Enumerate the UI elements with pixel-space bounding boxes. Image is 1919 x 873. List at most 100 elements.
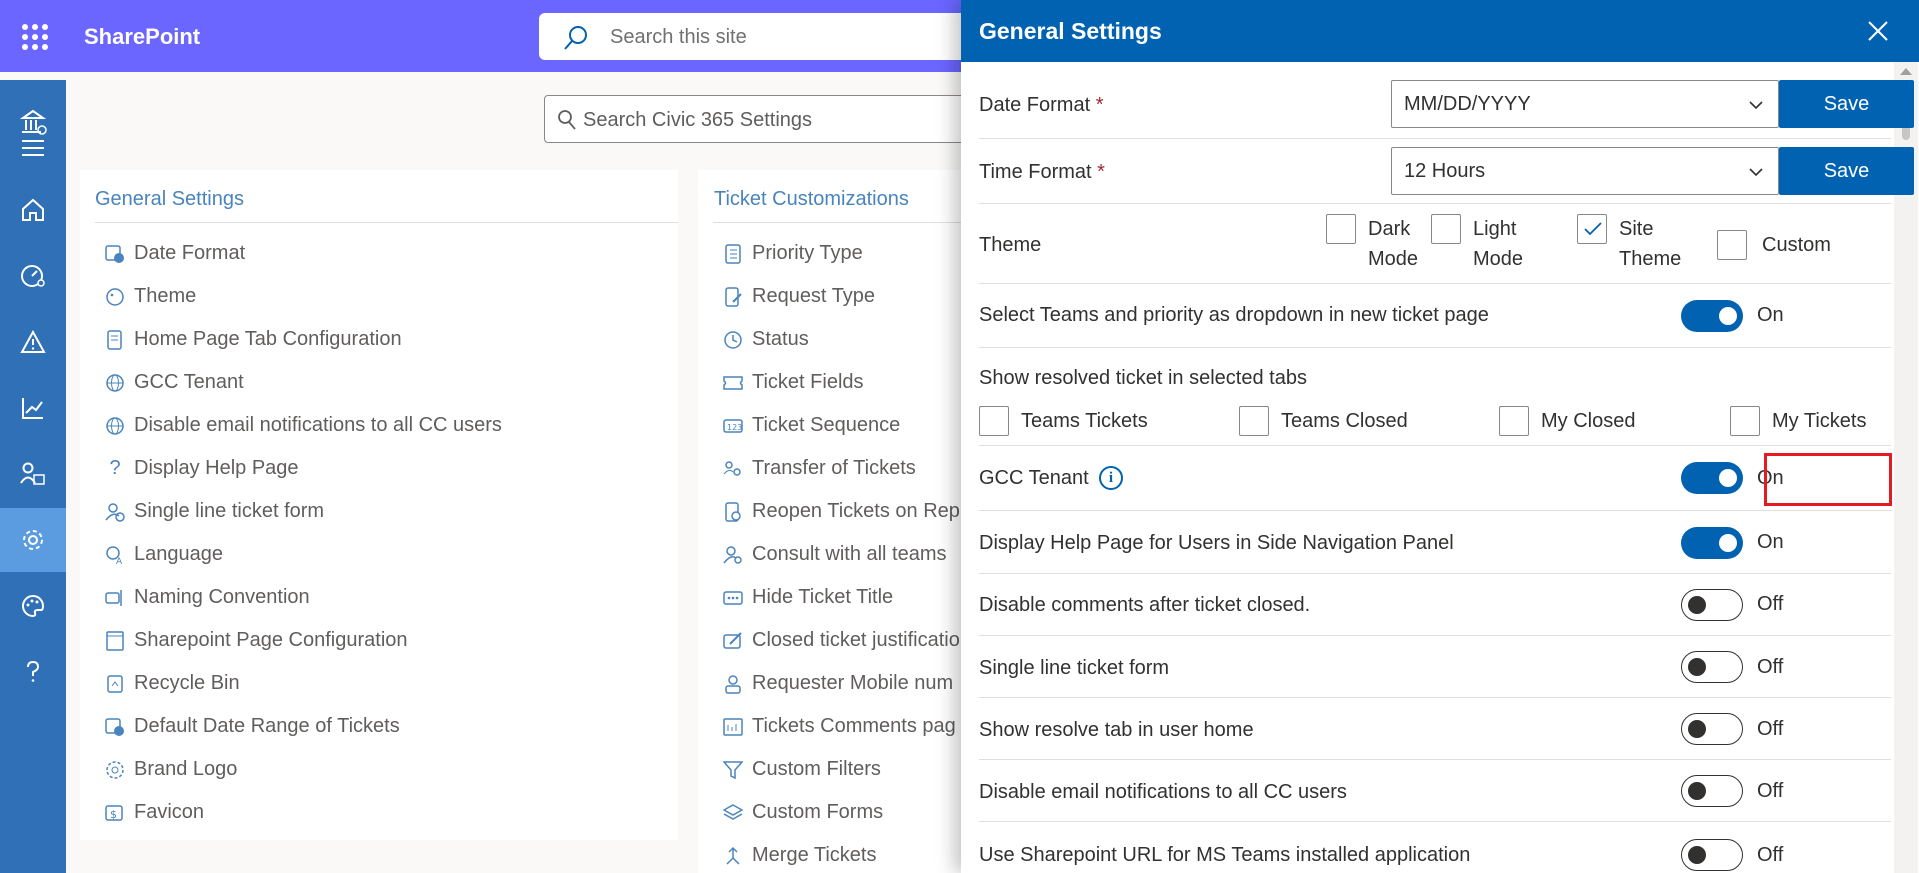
site-search-box[interactable]: Search this site (539, 13, 979, 60)
card-title: Ticket Customizations (714, 188, 909, 210)
list-item[interactable]: Tickets Comments pag (722, 705, 960, 748)
list-item[interactable]: Theme (104, 275, 502, 318)
teams-priority-toggle[interactable] (1681, 300, 1743, 332)
dashboard-gauge-icon[interactable] (0, 244, 66, 308)
list-item[interactable]: Date Format (104, 232, 502, 275)
badge-icon (104, 759, 126, 781)
disable-email-row: Disable email notifications to all CC us… (979, 760, 1891, 822)
my-closed-checkbox[interactable] (1499, 406, 1529, 436)
general-settings-card: General Settings Date Format Theme Home … (80, 170, 678, 840)
list-item[interactable]: Transfer of Tickets (722, 447, 960, 490)
list-item[interactable]: A Language (104, 533, 502, 576)
disable-comments-state: Off (1757, 593, 1784, 615)
list-item[interactable]: Hide Ticket Title (722, 576, 960, 619)
app-launcher-icon[interactable] (22, 24, 48, 50)
filter-icon (722, 759, 744, 781)
list-item[interactable]: Ticket Fields (722, 361, 960, 404)
time-format-select[interactable]: 12 Hours (1391, 147, 1779, 195)
edit-box-icon (722, 630, 744, 652)
site-theme-checkbox[interactable] (1577, 214, 1607, 244)
list-item[interactable]: Requester Mobile num (722, 662, 960, 705)
document-edit-icon (722, 286, 744, 308)
help-page-row: Display Help Page for Users in Side Navi… (979, 511, 1891, 574)
palette-icon[interactable] (0, 574, 66, 638)
help-page-state: On (1757, 531, 1784, 553)
resolve-tab-row: Show resolve tab in user home Off (979, 698, 1891, 760)
document-refresh-icon (722, 501, 744, 523)
list-item[interactable]: 123 Ticket Sequence (722, 404, 960, 447)
list-item[interactable]: Consult with all teams (722, 533, 960, 576)
list-item[interactable]: Home Page Tab Configuration (104, 318, 502, 361)
my-tickets-label: My Tickets (1772, 410, 1867, 432)
list-item[interactable]: ? Display Help Page (104, 447, 502, 490)
list-item[interactable]: Merge Tickets (722, 834, 960, 873)
help-question-icon[interactable] (0, 640, 66, 704)
list-item[interactable]: Disable email notifications to all CC us… (104, 404, 502, 447)
theme-row: Theme Dark Mode Light Mode Site Theme Custo… (979, 204, 1891, 284)
teams-priority-label: Select Teams and priority as dropdown in… (979, 304, 1489, 326)
gcc-tenant-label: GCC Tenant (979, 467, 1089, 489)
date-format-save-button[interactable]: Save (1779, 80, 1914, 128)
list-item[interactable]: Brand Logo (104, 748, 502, 791)
checklist-icon (722, 243, 744, 265)
close-icon[interactable] (1867, 20, 1889, 42)
time-format-value: 12 Hours (1404, 160, 1486, 182)
people-settings-icon[interactable] (0, 442, 66, 506)
list-item[interactable]: Priority Type (722, 232, 960, 275)
help-page-label: Display Help Page for Users in Side Navi… (979, 532, 1454, 554)
ticket-customizations-list: Priority Type Request Type Status Ticket… (722, 232, 960, 873)
teams-tickets-checkbox[interactable] (979, 406, 1009, 436)
time-format-save-button[interactable]: Save (1779, 147, 1914, 195)
calendar-clock-icon (104, 243, 126, 265)
disable-email-label: Disable email notifications to all CC us… (979, 781, 1347, 803)
list-item[interactable]: Status (722, 318, 960, 361)
list-item[interactable]: Custom Forms (722, 791, 960, 834)
disable-comments-toggle[interactable] (1681, 589, 1743, 621)
disable-email-toggle[interactable] (1681, 775, 1743, 807)
list-item[interactable]: Naming Convention (104, 576, 502, 619)
light-mode-checkbox[interactable] (1431, 214, 1461, 244)
settings-gear-icon[interactable] (0, 508, 66, 572)
panel-header: General Settings (961, 0, 1919, 62)
clock-icon (722, 329, 744, 351)
list-item[interactable]: Default Date Range of Tickets (104, 705, 502, 748)
people-swap-icon (722, 458, 744, 480)
dark-mode-checkbox[interactable] (1326, 214, 1356, 244)
list-item[interactable]: Request Type (722, 275, 960, 318)
gcc-tenant-toggle[interactable] (1681, 462, 1743, 494)
teams-closed-checkbox[interactable] (1239, 406, 1269, 436)
info-icon[interactable]: i (1099, 466, 1123, 490)
hamburger-menu-icon[interactable] (0, 116, 66, 180)
help-page-toggle[interactable] (1681, 527, 1743, 559)
list-item[interactable]: Reopen Tickets on Rep (722, 490, 960, 533)
brand-name[interactable]: SharePoint (84, 24, 200, 50)
list-item[interactable]: $ Favicon (104, 791, 502, 834)
settings-search-box[interactable]: Search Civic 365 Settings (544, 95, 984, 143)
divider (713, 222, 961, 223)
home-icon[interactable] (0, 178, 66, 242)
date-format-select[interactable]: MM/DD/YYYY (1391, 80, 1779, 128)
dollar-badge-icon: $ (104, 802, 126, 824)
list-item[interactable]: Sharepoint Page Configuration (104, 619, 502, 662)
sharepoint-url-toggle[interactable] (1681, 839, 1743, 871)
custom-label: Custom (1762, 234, 1831, 256)
list-item[interactable]: Closed ticket justificatio (722, 619, 960, 662)
list-item[interactable]: GCC Tenant (104, 361, 502, 404)
custom-checkbox[interactable] (1717, 230, 1747, 260)
date-format-row: Date Format * MM/DD/YYYY Save (979, 72, 1914, 139)
my-tickets-checkbox[interactable] (1730, 406, 1760, 436)
my-closed-label: My Closed (1541, 410, 1636, 432)
analytics-chart-icon[interactable] (0, 376, 66, 440)
single-line-toggle[interactable] (1681, 651, 1743, 683)
list-item[interactable]: Custom Filters (722, 748, 960, 791)
resolve-tab-toggle[interactable] (1681, 713, 1743, 745)
disable-comments-row: Disable comments after ticket closed. Of… (979, 574, 1891, 636)
scroll-up-arrow-icon[interactable] (1900, 68, 1912, 75)
warning-icon[interactable] (0, 310, 66, 374)
general-settings-list: Date Format Theme Home Page Tab Configur… (104, 232, 502, 834)
list-item[interactable]: Recycle Bin (104, 662, 502, 705)
merge-icon (722, 845, 744, 867)
list-item[interactable]: Single line ticket form (104, 490, 502, 533)
dark-mode-label: Dark Mode (1368, 218, 1419, 270)
search-icon (558, 110, 576, 130)
